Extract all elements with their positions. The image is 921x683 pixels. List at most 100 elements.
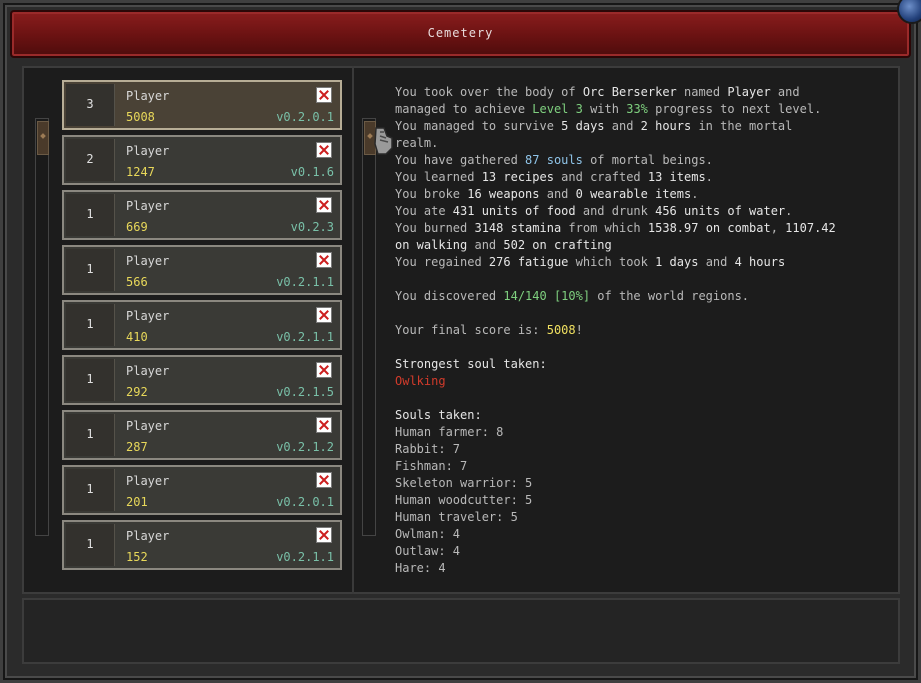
entry-score: 292 xyxy=(126,385,148,399)
story-text-segment: You have gathered xyxy=(395,153,526,167)
bottom-panel xyxy=(22,598,900,664)
story-line: You learned 13 recipes and crafted 13 it… xyxy=(395,169,895,186)
entry-rank: 1 xyxy=(86,537,94,551)
story-text-segment: named xyxy=(676,85,728,99)
story-line: Human woodcutter: 5 xyxy=(395,492,895,509)
cemetery-entry[interactable]: 1 Player 292 v0.2.1.5 xyxy=(62,355,342,405)
story-text-segment: 456 units of water xyxy=(655,204,786,218)
delete-entry-icon[interactable] xyxy=(316,307,332,323)
story-text-segment: 5 days xyxy=(561,119,605,133)
delete-entry-icon[interactable] xyxy=(316,252,332,268)
title-bar: Cemetery xyxy=(10,10,911,58)
cemetery-entry[interactable]: 1 Player 566 v0.2.1.1 xyxy=(62,245,342,295)
story-line: Strongest soul taken: xyxy=(395,356,895,373)
story-text-segment: of mortal beings. xyxy=(582,153,713,167)
story-text-segment: You regained xyxy=(395,255,489,269)
story-text-segment: You learned xyxy=(395,170,482,184)
entry-version: v0.2.0.1 xyxy=(276,110,334,124)
window-title: Cemetery xyxy=(427,26,494,40)
story-text-segment: Your final score is: xyxy=(395,323,547,337)
story-text-segment: and crafted xyxy=(553,170,648,184)
entry-version: v0.2.1.1 xyxy=(276,330,334,344)
story-text-segment: 16 weapons xyxy=(467,187,540,201)
story-text-segment: which took xyxy=(568,255,656,269)
story-text-segment: 0 wearable items xyxy=(575,187,692,201)
rank-box: 1 xyxy=(66,304,115,346)
story-line: on walking and 502 on crafting xyxy=(395,237,895,254)
story-text-segment: Outlaw: 4 xyxy=(395,544,461,558)
story-line xyxy=(395,305,895,322)
story-text-segment: on walking xyxy=(395,238,468,252)
story-text-segment: progress to next level. xyxy=(647,102,822,116)
story-text-segment: Human farmer: 8 xyxy=(395,425,504,439)
entry-name: Player xyxy=(126,254,170,268)
story-text-segment: Human woodcutter: 5 xyxy=(395,493,533,507)
entry-rank: 1 xyxy=(86,317,94,331)
story-line xyxy=(395,271,895,288)
story-line: Your final score is: 5008! xyxy=(395,322,895,339)
story-text-segment: and xyxy=(770,85,800,99)
story-text-segment: Orc Berserker xyxy=(582,85,677,99)
entry-name: Player xyxy=(126,144,170,158)
entry-rank: 1 xyxy=(86,207,94,221)
entry-rank: 1 xyxy=(86,427,94,441)
delete-entry-icon[interactable] xyxy=(316,527,332,543)
story-text-segment: managed to achieve xyxy=(395,102,533,116)
hand-cursor-icon xyxy=(374,127,393,155)
cemetery-entry[interactable]: 2 Player 1247 v0.1.6 xyxy=(62,135,342,185)
cemetery-entry[interactable]: 1 Player 669 v0.2.3 xyxy=(62,190,342,240)
story-text-segment: in the mortal xyxy=(691,119,793,133)
entry-name: Player xyxy=(126,89,170,103)
delete-entry-icon[interactable] xyxy=(316,87,332,103)
delete-entry-icon[interactable] xyxy=(316,472,332,488)
entries-scrollbar[interactable] xyxy=(35,118,49,536)
delete-entry-icon[interactable] xyxy=(316,417,332,433)
story-line xyxy=(395,390,895,407)
story-text-segment: 502 on crafting xyxy=(503,238,612,252)
entry-name: Player xyxy=(126,309,170,323)
story-line: You broke 16 weapons and 0 wearable item… xyxy=(395,186,895,203)
entry-version: v0.2.1.1 xyxy=(276,275,334,289)
cemetery-entry[interactable]: 1 Player 152 v0.2.1.1 xyxy=(62,520,342,570)
story-text-segment: 13 items xyxy=(647,170,706,184)
story-text-segment: , xyxy=(770,221,786,235)
story-text-segment: and drunk xyxy=(575,204,656,218)
story-text-segment: You burned xyxy=(395,221,475,235)
story-text-segment: from which xyxy=(561,221,648,235)
entries-scroll-thumb[interactable] xyxy=(37,121,49,155)
story-text-segment: 431 units of food xyxy=(452,204,576,218)
story-scrollbar[interactable] xyxy=(362,118,376,536)
story-text-segment: Skeleton warrior: 5 xyxy=(395,476,533,490)
panel-divider xyxy=(352,66,354,594)
cemetery-entry[interactable]: 1 Player 201 v0.2.0.1 xyxy=(62,465,342,515)
cemetery-entry[interactable]: 1 Player 410 v0.2.1.1 xyxy=(62,300,342,350)
story-text-segment: Owlking xyxy=(395,374,446,388)
story-text-segment: Owlman: 4 xyxy=(395,527,461,541)
entry-score: 410 xyxy=(126,330,148,344)
story-line: Owlking xyxy=(395,373,895,390)
delete-entry-icon[interactable] xyxy=(316,197,332,213)
story-text-segment: 1107.42 xyxy=(785,221,836,235)
story-line: Human farmer: 8 xyxy=(395,424,895,441)
entry-rank: 1 xyxy=(86,372,94,386)
delete-entry-icon[interactable] xyxy=(316,362,332,378)
story-text-segment: of the world regions. xyxy=(590,289,750,303)
cemetery-entry[interactable]: 3 Player 5008 v0.2.0.1 xyxy=(62,80,342,130)
story-line: Outlaw: 4 xyxy=(395,543,895,560)
story-text-segment: 87 souls xyxy=(525,153,583,167)
entry-score: 669 xyxy=(126,220,148,234)
delete-entry-icon[interactable] xyxy=(316,142,332,158)
story-text-segment: . xyxy=(785,204,793,218)
story-text-segment: . xyxy=(705,170,713,184)
story-text-segment: You took over the body of xyxy=(395,85,583,99)
entry-name: Player xyxy=(126,474,170,488)
entry-version: v0.1.6 xyxy=(290,165,334,179)
cemetery-entry[interactable]: 1 Player 287 v0.2.1.2 xyxy=(62,410,342,460)
story-text-segment: 14/140 [10%] xyxy=(503,289,591,303)
entry-version: v0.2.3 xyxy=(290,220,334,234)
rank-box: 3 xyxy=(66,84,115,126)
entry-name: Player xyxy=(126,199,170,213)
story-text-segment: You managed to survive xyxy=(395,119,562,133)
entry-rank: 3 xyxy=(86,97,94,111)
entry-version: v0.2.0.1 xyxy=(276,495,334,509)
